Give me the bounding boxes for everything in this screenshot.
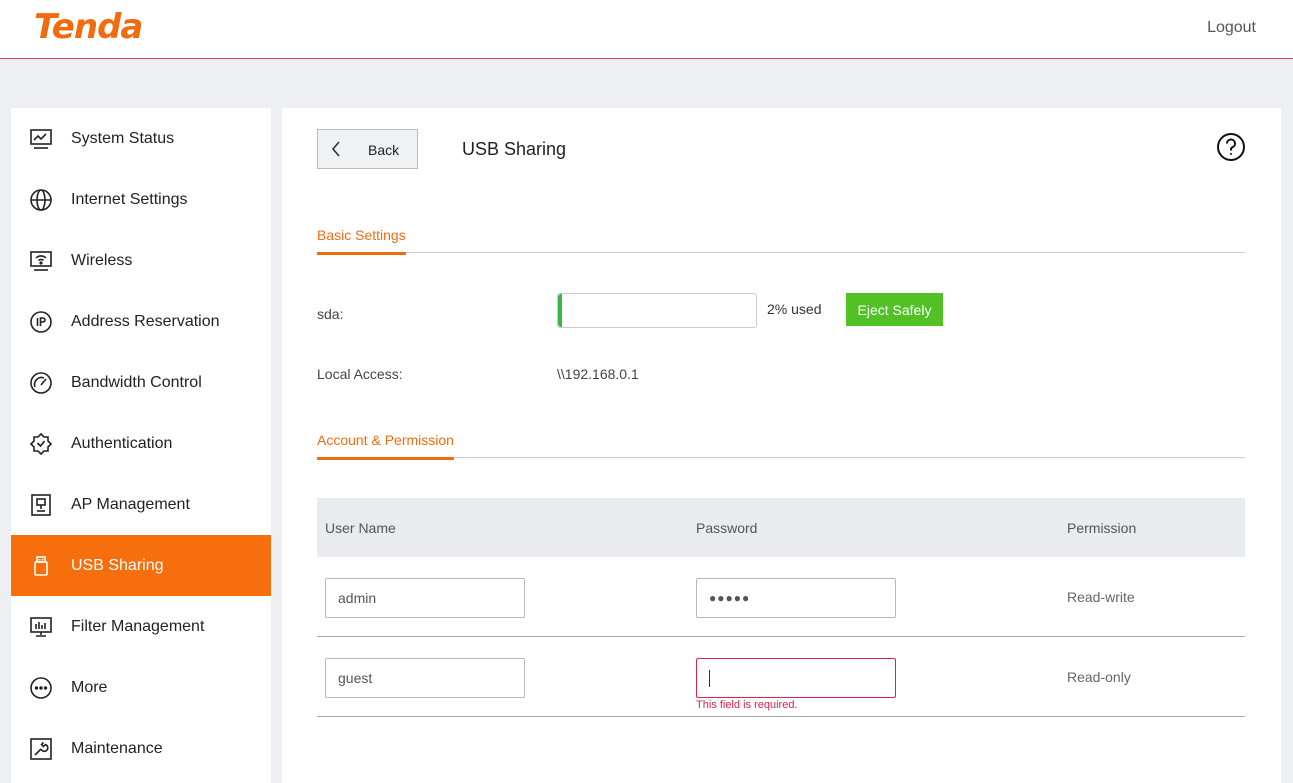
sidebar-item-label: Address Reservation [71, 312, 220, 330]
local-access-label: Local Access: [317, 366, 403, 382]
sidebar-item-more[interactable]: More [11, 657, 271, 718]
usage-bar-fill [558, 294, 562, 327]
back-button-label: Back [368, 142, 400, 158]
sidebar-item-address-reservation[interactable]: Address Reservation [11, 291, 271, 352]
sidebar-item-usb-sharing[interactable]: USB Sharing [11, 535, 271, 596]
chevron-left-icon [331, 141, 340, 157]
permission-text: Read-write [1067, 589, 1135, 605]
username-input[interactable]: admin [325, 578, 525, 618]
sidebar-item-label: Filter Management [71, 617, 205, 635]
sidebar-item-bandwidth-control[interactable]: Bandwidth Control [11, 352, 271, 413]
tab-basic-settings[interactable]: Basic Settings [317, 227, 406, 255]
ap-device-icon [29, 493, 53, 517]
sidebar-item-label: System Status [71, 129, 175, 147]
permission-text: Read-only [1067, 669, 1131, 685]
more-circle-icon [29, 676, 53, 700]
text-cursor [709, 670, 710, 687]
password-error-message: This field is required. [696, 699, 798, 711]
local-access-value[interactable]: \\192.168.0.1 [557, 366, 639, 382]
column-header-permission: Permission [1067, 520, 1137, 536]
sidebar-item-label: Maintenance [71, 739, 163, 757]
tenda-logo[interactable]: Tenda [34, 7, 143, 47]
sidebar-item-internet-settings[interactable]: Internet Settings [11, 169, 271, 230]
main-panel: Back USB Sharing Basic Settings sda: 2% … [282, 108, 1281, 783]
wrench-icon [29, 737, 53, 761]
usage-text: 2% used [767, 301, 822, 317]
ip-circle-icon [29, 310, 53, 334]
sidebar-item-label: AP Management [71, 495, 190, 513]
sidebar: System Status Internet Settings Wireless… [11, 108, 271, 783]
wifi-screen-icon [29, 249, 53, 273]
sidebar-item-maintenance[interactable]: Maintenance [11, 718, 271, 779]
sidebar-item-system-status[interactable]: System Status [11, 108, 271, 169]
tab-account-permission[interactable]: Account & Permission [317, 432, 454, 460]
gauge-icon [29, 371, 53, 395]
logout-link[interactable]: Logout [1207, 19, 1256, 37]
usb-drive-icon [29, 554, 53, 578]
bar-screen-icon [29, 615, 53, 639]
page-title: USB Sharing [462, 139, 567, 159]
table-header: User Name Password Permission [317, 498, 1245, 557]
sidebar-item-label: Bandwidth Control [71, 373, 202, 391]
sidebar-item-label: Internet Settings [71, 190, 188, 208]
sidebar-item-ap-management[interactable]: AP Management [11, 474, 271, 535]
sidebar-item-authentication[interactable]: Authentication [11, 413, 271, 474]
eject-safely-button[interactable]: Eject Safely [846, 293, 943, 326]
password-input[interactable] [696, 658, 896, 698]
table-row: admin ●●●●● Read-write [317, 557, 1245, 637]
username-input[interactable]: guest [325, 658, 525, 698]
section-divider [317, 252, 1245, 253]
help-icon[interactable] [1216, 132, 1246, 162]
sidebar-item-wireless[interactable]: Wireless [11, 230, 271, 291]
sidebar-item-label: USB Sharing [71, 556, 164, 574]
monitor-chart-icon [29, 127, 53, 151]
table-row: guest This field is required. Read-only [317, 637, 1245, 717]
usage-bar [557, 293, 757, 328]
sidebar-item-label: Authentication [71, 434, 173, 452]
column-header-username: User Name [325, 520, 396, 536]
sidebar-item-label: Wireless [71, 251, 133, 269]
sidebar-item-label: More [71, 678, 108, 696]
sidebar-item-filter-management[interactable]: Filter Management [11, 596, 271, 657]
back-button[interactable]: Back [317, 129, 418, 169]
column-header-password: Password [696, 520, 758, 536]
sda-label: sda: [317, 306, 344, 322]
globe-icon [29, 188, 53, 212]
top-bar: Tenda Logout [0, 0, 1293, 59]
password-input[interactable]: ●●●●● [696, 578, 896, 618]
section-divider [317, 457, 1245, 458]
badge-check-icon [29, 432, 53, 456]
